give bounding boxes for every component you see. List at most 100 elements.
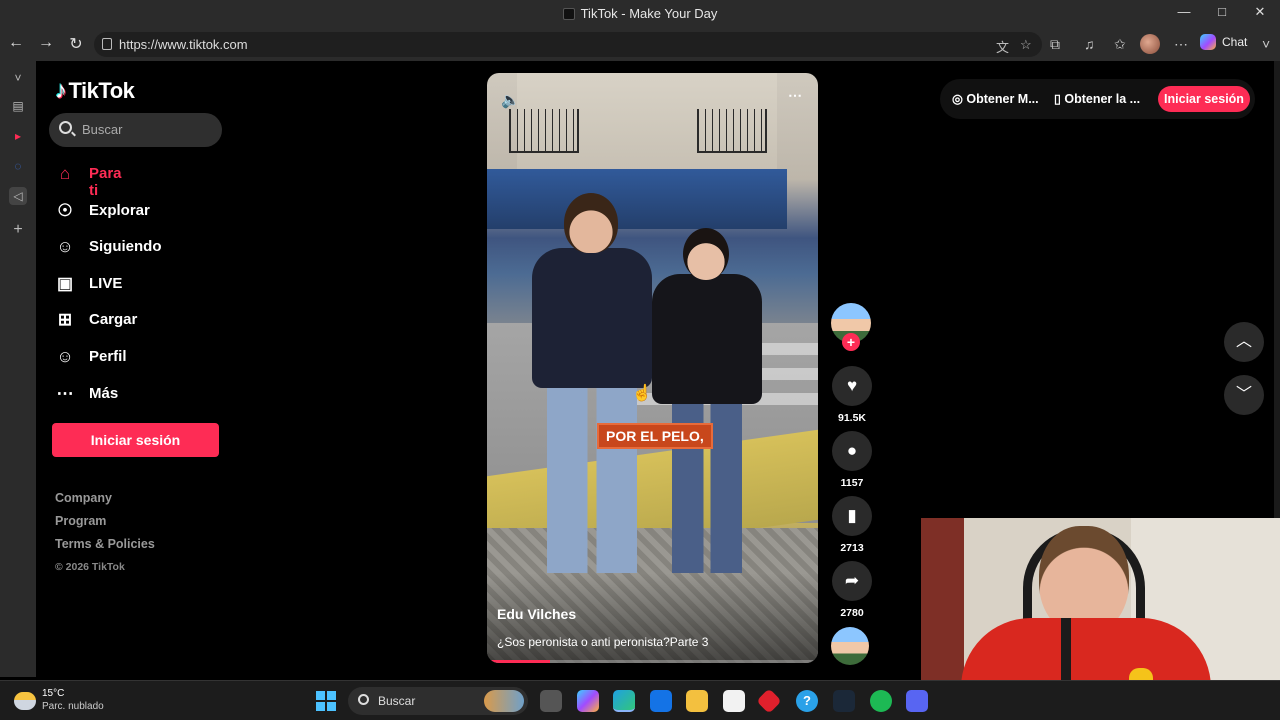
back-button[interactable]: ← [6,34,26,52]
steam-icon[interactable] [833,690,855,712]
search-highlight-image [484,690,524,712]
save-button[interactable]: ▮ [832,496,872,536]
help-icon[interactable]: ? [796,690,818,712]
copyright: © 2026 TikTok [55,561,125,573]
search-icon [59,121,72,134]
outlook-taskbar-icon[interactable] [650,690,672,712]
home-icon: ⌂ [59,164,71,183]
more-icon: ⋯ [56,383,74,403]
browser-toolbar: ← → ↻ https://www.tiktok.com 文 ☆ ⧉ ♫ ✩ ⋯… [0,28,1280,61]
upload-icon: ⊞ [57,310,73,330]
forward-button[interactable]: → [36,34,56,52]
logo-text: TikTok [68,78,135,103]
get-desktop-app-button[interactable]: ▯ Obtener la ... [1054,91,1140,106]
favorites-icon[interactable]: ✩ [1114,36,1126,53]
previous-video-button[interactable]: ︿ [1224,322,1264,362]
taskbar-search-placeholder: Buscar [378,694,416,708]
sidebar-collapse-icon[interactable]: ˅ [1262,36,1270,52]
window-title-text: TikTok - Make Your Day [580,6,718,21]
chevron-up-icon: ︿ [1235,333,1252,350]
minimize-button[interactable]: — [1166,4,1202,19]
comment-icon: ● [846,441,858,460]
video-player[interactable]: POR EL PELO, 🔈 ⋯ Edu Vilches ¿Sos peroni… [487,73,818,663]
video-more-options-icon[interactable]: ⋯ [788,87,802,104]
nav-label: Perfil [89,347,127,365]
get-app-label: Obtener M... [966,92,1039,106]
store-taskbar-icon[interactable] [723,690,745,712]
like-button[interactable]: ♥ [832,366,872,406]
taskbar-search[interactable]: Buscar [348,687,528,715]
spotify-icon[interactable] [870,690,892,712]
file-explorer-icon[interactable] [686,690,708,712]
sidebar-app-icon[interactable]: ◌ [9,157,27,175]
copilot-taskbar-icon[interactable] [577,690,599,712]
window-titlebar: TikTok - Make Your Day — □ ✕ [0,0,1280,28]
footer-link-company[interactable]: Company [55,491,155,514]
live-icon: ▣ [56,273,74,293]
favorite-star-icon[interactable]: ☆ [1020,37,1032,53]
video-scene-balcony [509,109,579,153]
media-control-icon[interactable]: ♫ [1084,36,1095,52]
like-count: 91.5K [837,412,867,424]
video-author[interactable]: Edu Vilches [497,606,576,622]
chevron-down-icon: ﹀ [1235,386,1252,403]
app-icon: ◎ [952,92,967,106]
maximize-button[interactable]: □ [1204,4,1240,19]
browser-profile-avatar[interactable] [1140,34,1160,54]
close-window-button[interactable]: ✕ [1242,4,1278,20]
sidebar-tabs-icon[interactable]: ▤ [9,97,27,115]
header-login-button[interactable]: Iniciar sesión [1158,86,1250,112]
windows-taskbar: 15°C Parc. nublado Buscar ? [0,680,1280,720]
reload-button[interactable]: ↻ [66,34,86,54]
discord-icon[interactable] [906,690,928,712]
extensions-icon[interactable]: ⧉ [1050,36,1060,53]
tiktok-logo[interactable]: ♪TikTok [55,77,135,105]
get-app-button[interactable]: ◎ Obtener M... [952,91,1039,106]
address-bar[interactable]: https://www.tiktok.com 文 ☆ [94,32,1042,57]
window-title: TikTok - Make Your Day [0,6,1280,21]
profile-icon: ☺ [56,346,74,366]
sidebar-add-icon[interactable]: + [9,221,27,239]
translate-icon[interactable]: 文 [996,37,1009,56]
footer-link-program[interactable]: Program [55,514,155,537]
next-video-button[interactable]: ﹀ [1224,375,1264,415]
sidebar-audio-icon[interactable]: ◁ [9,187,27,205]
chat-label: Chat [1222,35,1248,49]
mouse-cursor-icon: ☝ [632,385,652,402]
comment-button[interactable]: ● [832,431,872,471]
search-input[interactable]: Buscar [49,113,222,147]
volume-icon[interactable]: 🔈 [501,91,520,109]
weather-temperature: 15°C [42,688,65,699]
weather-cloud-sun-icon [14,692,36,710]
edge-taskbar-icon[interactable] [613,690,635,712]
site-info-icon[interactable] [102,38,112,50]
sidebar-collapse-toggle-icon[interactable]: ˅ [9,69,27,87]
edge-sidebar: ˅ ▤ ▸ ◌ ◁ + [0,61,36,677]
copilot-chat-button[interactable]: Chat [1200,34,1247,54]
sidebar-youtube-icon[interactable]: ▸ [9,127,27,145]
footer-link-terms[interactable]: Terms & Policies [55,537,155,560]
get-desktop-app-label: Obtener la ... [1064,92,1141,106]
url-text[interactable]: https://www.tiktok.com [119,37,248,52]
share-button[interactable]: ➦ [832,561,872,601]
nav-label: LIVE [89,274,123,292]
video-scene-balcony [697,109,767,153]
sound-disc-avatar[interactable] [831,627,869,665]
nav-label: Siguiendo [89,238,162,256]
copilot-icon [1200,34,1216,50]
search-icon [358,694,369,705]
video-progress-fill [487,660,550,663]
app-diamond-icon[interactable] [756,688,782,714]
heart-icon: ♥ [846,376,858,395]
save-count: 2713 [840,542,864,554]
nav-label: Más [89,384,119,402]
tiktok-favicon-icon [562,8,575,20]
task-view-icon[interactable] [540,690,562,712]
following-icon: ☺ [56,237,74,257]
video-progress-bar[interactable] [487,660,818,663]
start-button[interactable] [316,691,336,711]
sidebar-login-button[interactable]: Iniciar sesión [52,423,219,457]
follow-plus-icon[interactable]: + [842,333,860,351]
nav-label: Cargar [89,311,138,329]
browser-menu-icon[interactable]: ⋯ [1174,36,1188,53]
